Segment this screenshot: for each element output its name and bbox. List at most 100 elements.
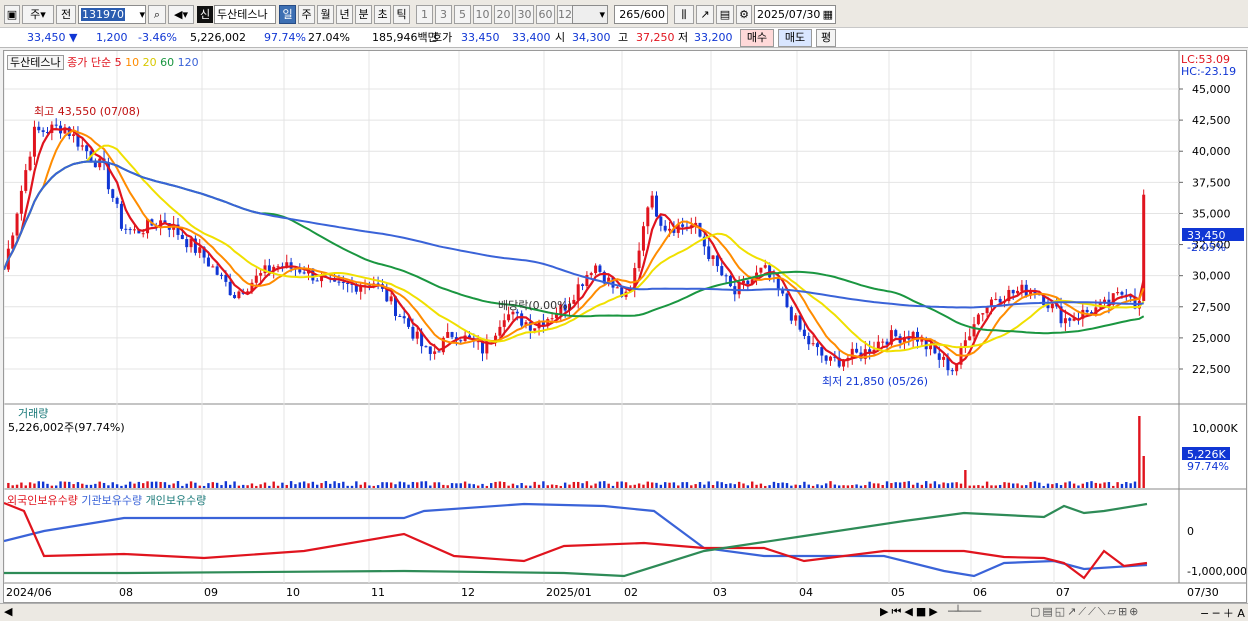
timeframe-button[interactable]: 분 <box>355 5 372 24</box>
candle-body <box>80 145 84 147</box>
timeframe-button[interactable]: 월 <box>317 5 334 24</box>
speaker-icon[interactable]: ◀▾ <box>168 5 194 24</box>
candle-body <box>815 343 819 348</box>
period-dropdown[interactable]: 주▾ <box>22 5 54 24</box>
volume-bar <box>1064 482 1067 488</box>
volume-bar <box>324 481 328 488</box>
volume-bar <box>1129 483 1132 488</box>
volume-bar <box>150 481 154 488</box>
compare-button[interactable]: 전 <box>56 5 76 24</box>
volume-bar <box>268 485 271 488</box>
interval-button[interactable]: 10 <box>473 5 492 24</box>
volume-bar <box>1138 416 1141 488</box>
low-price: 33,200 <box>694 31 733 44</box>
interval-button[interactable]: 20 <box>494 5 513 24</box>
volume-bar <box>11 485 14 488</box>
candle-body <box>515 311 519 314</box>
sell-button[interactable]: 매도 <box>778 29 812 47</box>
price-tick-label: 25,000 <box>1192 332 1231 345</box>
volume-bar <box>646 481 649 488</box>
chart-canvas[interactable]: 45,00042,50040,00037,50035,00032,50030,0… <box>4 51 1246 602</box>
timeframe-button[interactable]: 주 <box>298 5 315 24</box>
eval-button[interactable]: 평 <box>816 29 836 47</box>
chart-area[interactable]: 45,000 42,500 40,000 37,500 35,000 32,500 30,0… <box>3 50 1247 603</box>
change-amount: 1,200 <box>96 31 128 44</box>
search-icon[interactable]: ⌕ <box>148 5 166 24</box>
save-icon[interactable]: ▤ <box>716 5 734 24</box>
current-price: 33,450 ▼ <box>27 31 78 44</box>
candle-body <box>829 356 832 361</box>
candle-body <box>668 228 672 231</box>
volume-bar <box>563 482 567 488</box>
interval-button[interactable]: 60 <box>536 5 555 24</box>
scroll-left-icon[interactable]: ◀ <box>4 605 12 618</box>
volume: 5,226,002 <box>190 31 246 44</box>
candle-body <box>433 351 437 354</box>
candle-body <box>180 234 184 240</box>
gear-icon[interactable]: ⚙ <box>736 5 752 24</box>
draw-tool-icon[interactable]: ↗ <box>696 5 714 24</box>
trade-amount: 185,946백만 <box>372 31 438 44</box>
volume-bar <box>703 484 706 488</box>
interval-button[interactable]: 5 <box>454 5 471 24</box>
interval-button[interactable]: 1 <box>416 5 433 24</box>
candle-body <box>424 346 428 348</box>
volume-bar <box>68 481 71 488</box>
volume-bar <box>433 482 436 488</box>
volume-bar <box>585 481 589 488</box>
interval-button[interactable]: 30 <box>515 5 534 24</box>
volume-bar <box>411 481 415 488</box>
volume-bar <box>920 484 924 488</box>
volume-bar <box>137 481 141 488</box>
volume-bar <box>294 484 297 488</box>
volume-bar <box>333 481 336 488</box>
zoom-buttons[interactable]: − ─ ＋ A <box>1200 605 1245 621</box>
volume-bar <box>1033 481 1037 488</box>
volume-bar <box>768 485 771 488</box>
candle-body <box>1068 318 1072 321</box>
volume-bar <box>964 470 967 488</box>
stock-name-field[interactable]: 두산테스나 <box>214 5 276 24</box>
layout-icon[interactable]: ▣ <box>4 5 20 24</box>
volume-bar <box>751 481 754 488</box>
volume-value: 5,226,002주(97.74%) <box>8 421 125 434</box>
volume-bar <box>550 484 554 488</box>
scroll-bar[interactable]: ◀ ▶⏮◀■▶ ─┴─── ▢▤◱↗⟋⟋⟍▱⊞⊕ − ─ ＋ A <box>0 603 1248 621</box>
stock-code-input[interactable]: 131970 ▾ <box>78 5 146 24</box>
candle-body <box>98 158 102 168</box>
drawing-tools[interactable]: ▢▤◱↗⟋⟋⟍▱⊞⊕ <box>1030 605 1140 619</box>
blank-dropdown[interactable]: ▾ <box>572 5 608 24</box>
candle-body <box>972 324 976 337</box>
zoom-slider[interactable]: ─┴─── <box>948 605 981 618</box>
timeframe-button[interactable]: 년 <box>336 5 353 24</box>
x-axis-label: 04 <box>799 586 813 599</box>
candle-body <box>211 266 215 268</box>
timeframe-button[interactable]: 틱 <box>393 5 410 24</box>
volume-bar <box>24 485 27 488</box>
candle-body <box>820 347 824 356</box>
buy-button[interactable]: 매수 <box>740 29 774 47</box>
ma120-line <box>4 160 1144 309</box>
candle-body <box>411 326 415 339</box>
volume-bar <box>194 482 197 488</box>
candle-body <box>646 207 650 227</box>
timeframe-button[interactable]: 초 <box>374 5 391 24</box>
volume-bar <box>777 483 780 488</box>
playback-controls[interactable]: ▶⏮◀■▶ <box>880 605 941 619</box>
candle-body <box>37 126 41 131</box>
volume-bar <box>690 485 693 488</box>
volume-bar <box>403 482 406 488</box>
volume-bar <box>85 484 88 488</box>
volume-bar <box>781 482 784 488</box>
candle-type-icon[interactable]: ⫼ <box>674 5 694 24</box>
candle-body <box>54 124 58 126</box>
volume-bar <box>455 483 458 488</box>
volume-bar <box>668 482 671 488</box>
interval-button[interactable]: 3 <box>435 5 452 24</box>
count-input[interactable]: 265/600 <box>614 5 668 24</box>
volume-bar <box>168 484 171 488</box>
volume-bar <box>55 485 58 488</box>
date-input[interactable]: 2025/07/30 ▦ <box>754 5 836 24</box>
timeframe-button[interactable]: 일 <box>279 5 296 24</box>
candle-body <box>267 265 271 272</box>
